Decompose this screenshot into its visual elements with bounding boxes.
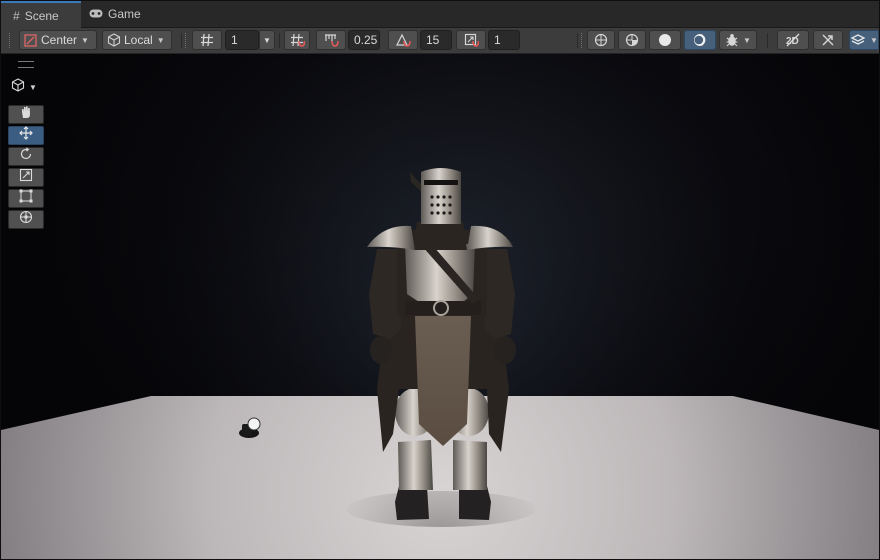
grid-visibility-button[interactable] bbox=[192, 30, 222, 50]
toolbar-grip[interactable] bbox=[581, 33, 584, 48]
chevron-down-icon: ▼ bbox=[29, 83, 37, 92]
transform-icon bbox=[19, 210, 33, 229]
2d-icon: 2D bbox=[785, 33, 801, 47]
grid-snap-icon bbox=[290, 33, 305, 47]
toolbar-separator bbox=[577, 33, 578, 48]
shaded-mode-button[interactable] bbox=[649, 30, 681, 50]
pivot-center-icon bbox=[24, 33, 37, 47]
scale-tool-button[interactable] bbox=[8, 168, 44, 187]
wireframe-sphere-icon bbox=[594, 33, 608, 47]
grid-size-value: 1 bbox=[231, 33, 238, 47]
shaded-wireframe-icon bbox=[625, 33, 639, 47]
chevron-down-icon: ▼ bbox=[263, 35, 271, 45]
handle-rotation-dropdown[interactable]: Local ▼ bbox=[102, 30, 172, 50]
hand-icon bbox=[19, 105, 33, 124]
handle-rotation-label: Local bbox=[124, 33, 153, 47]
grid-snapping-button[interactable] bbox=[284, 30, 310, 50]
scene-render bbox=[1, 54, 879, 559]
effects-dropdown[interactable]: ▼ bbox=[849, 30, 879, 50]
snap-move-value: 0.25 bbox=[354, 33, 378, 47]
lit-sphere-icon bbox=[693, 33, 707, 47]
draw-mode-button[interactable] bbox=[587, 30, 615, 50]
chevron-down-icon: ▼ bbox=[743, 35, 751, 45]
increment-snap-rotate-button[interactable] bbox=[388, 30, 418, 50]
2d-mode-toggle[interactable]: 2D bbox=[777, 30, 809, 50]
shaded-wireframe-button[interactable] bbox=[618, 30, 646, 50]
tab-game-label: Game bbox=[108, 7, 141, 21]
rect-icon bbox=[19, 189, 33, 208]
audio-toggle-button[interactable] bbox=[813, 30, 843, 50]
snap-scale-icon bbox=[464, 33, 479, 47]
tab-scene[interactable]: # Scene bbox=[1, 1, 81, 28]
debug-draw-dropdown[interactable]: ▼ bbox=[719, 30, 757, 50]
toolbar-grip[interactable] bbox=[185, 33, 188, 48]
pivot-mode-dropdown[interactable]: Center ▼ bbox=[19, 30, 97, 50]
snap-scale-input[interactable]: 1 bbox=[488, 30, 520, 50]
move-arrows-icon bbox=[19, 126, 33, 145]
snap-rotate-value: 15 bbox=[426, 33, 440, 47]
orientation-dropdown[interactable]: ▼ bbox=[11, 78, 37, 97]
snap-move-icon bbox=[324, 33, 339, 47]
character-shadow bbox=[346, 491, 536, 527]
tab-game[interactable]: Game bbox=[89, 1, 159, 27]
increment-snap-scale-button[interactable] bbox=[456, 30, 486, 50]
rect-tool-button[interactable] bbox=[8, 189, 44, 208]
toolbar-grip[interactable] bbox=[9, 33, 12, 48]
grid-size-input[interactable]: 1 bbox=[225, 30, 259, 50]
rotate-tool-button[interactable] bbox=[8, 147, 44, 166]
hand-tool-button[interactable] bbox=[8, 105, 44, 124]
snap-scale-value: 1 bbox=[494, 33, 501, 47]
tab-bar: # Scene Game bbox=[1, 1, 879, 28]
chevron-down-icon: ▼ bbox=[156, 35, 165, 45]
scene-viewport[interactable]: ▼ bbox=[1, 54, 879, 559]
toolbar-separator bbox=[181, 33, 182, 48]
rotate-icon bbox=[19, 147, 33, 166]
increment-snap-move-button[interactable] bbox=[316, 30, 346, 50]
chevron-down-icon: ▼ bbox=[81, 35, 89, 45]
local-cube-icon bbox=[107, 33, 121, 47]
snap-rotate-input[interactable]: 15 bbox=[420, 30, 452, 50]
grid-options-dropdown[interactable]: ▼ bbox=[259, 30, 275, 50]
scene-toolbar: Center ▼ Local ▼ 1 ▼ 0.25 15 1 ▼ ▼ bbox=[1, 28, 879, 54]
gamepad-icon bbox=[89, 7, 103, 21]
transform-tool-button[interactable] bbox=[8, 210, 44, 229]
tools-overlay bbox=[8, 105, 45, 231]
pivot-mode-label: Center bbox=[41, 33, 78, 47]
overlay-grip[interactable] bbox=[18, 61, 34, 68]
scene-view-window: # Scene Game Center ▼ Local ▼ 1 ▼ 0.25 1… bbox=[0, 0, 880, 560]
toolbar-separator bbox=[279, 33, 280, 48]
layers-icon bbox=[850, 33, 866, 47]
toolbar-separator bbox=[767, 33, 768, 48]
hash-grid-icon: # bbox=[13, 8, 20, 23]
audio-muted-icon bbox=[821, 33, 835, 47]
scale-icon bbox=[19, 168, 33, 187]
snap-rotate-icon bbox=[395, 33, 411, 47]
cube-icon bbox=[11, 78, 25, 97]
chevron-down-icon: ▼ bbox=[870, 35, 878, 45]
lighting-toggle-button[interactable] bbox=[684, 30, 716, 50]
snap-move-input[interactable]: 0.25 bbox=[348, 30, 380, 50]
tab-scene-label: Scene bbox=[24, 8, 59, 23]
bug-icon bbox=[725, 33, 739, 47]
shaded-sphere-icon bbox=[658, 33, 672, 47]
grid-icon bbox=[200, 33, 214, 47]
move-tool-button[interactable] bbox=[8, 126, 44, 145]
